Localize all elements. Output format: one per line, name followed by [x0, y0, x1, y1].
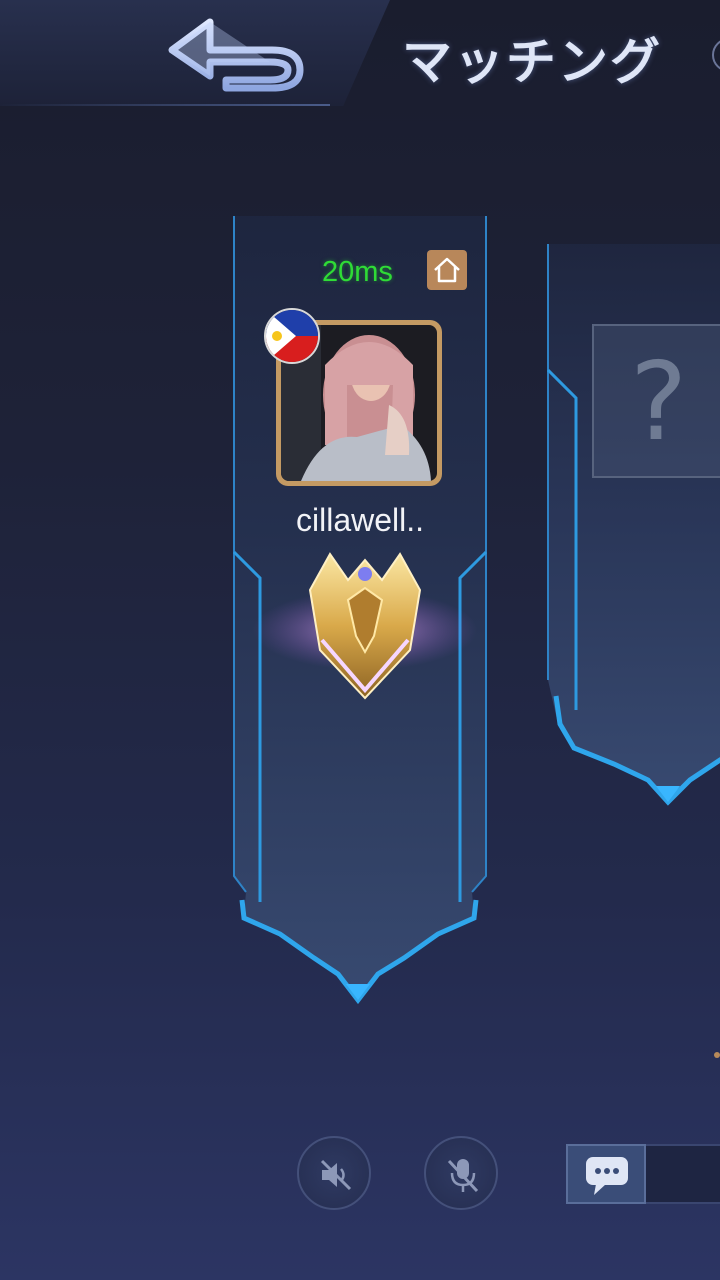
page-title: マッチング: [402, 32, 662, 91]
back-button[interactable]: [160, 10, 310, 94]
ping-text: 20ms: [322, 256, 393, 288]
chat-bubble-icon: [586, 1157, 628, 1195]
empty-player-card: ?: [544, 240, 720, 808]
back-arrow-icon: [168, 18, 304, 92]
mute-mic-button[interactable]: [424, 1136, 498, 1210]
microphone-muted-icon: [447, 1159, 479, 1193]
player-card: 20ms cillawell..: [228, 212, 492, 1004]
player-name: cillawell..: [295, 502, 425, 538]
philippines-flag-icon: [264, 308, 320, 364]
speaker-muted-icon: [320, 1159, 352, 1191]
mute-speaker-button[interactable]: [297, 1136, 371, 1210]
header-divider: [0, 104, 330, 106]
home-icon: [427, 250, 467, 290]
chat-button[interactable]: [566, 1144, 646, 1204]
edge-indicator: [714, 1052, 720, 1058]
mythic-rank-emblem-icon: [250, 540, 480, 710]
unknown-player-slot: ?: [592, 324, 720, 478]
unknown-placeholder: ?: [630, 340, 688, 465]
